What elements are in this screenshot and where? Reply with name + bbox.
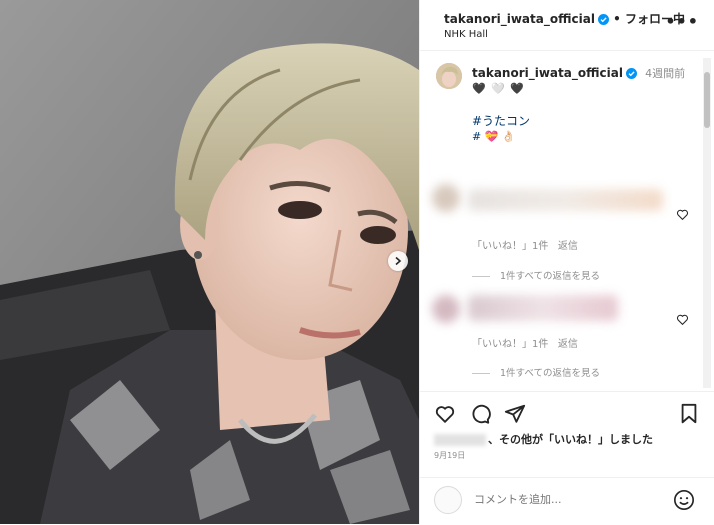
header-username[interactable]: takanori_iwata_official — [444, 12, 595, 26]
more-options-icon[interactable]: ••• — [665, 12, 699, 31]
view-replies-label: 1件すべての返信を見る — [500, 368, 600, 379]
heart-icon[interactable] — [434, 403, 456, 425]
comment-icon[interactable] — [469, 403, 491, 425]
post-photo — [0, 0, 419, 524]
location-link[interactable]: NHK Hall — [444, 29, 488, 40]
scrollbar-thumb[interactable] — [704, 72, 710, 128]
smile-icon[interactable] — [673, 489, 695, 511]
comment-text-blurred — [468, 295, 618, 321]
reply-button[interactable]: 返信 — [558, 241, 578, 252]
action-bar: 、その他が「いいね！」しました 9月19日 — [420, 391, 714, 478]
post-date: 9月19日 — [434, 451, 466, 460]
likes-text: 、その他が「いいね！」しました — [488, 433, 653, 446]
post-header: takanori_iwata_official • フォロー中 NHK Hall… — [420, 0, 714, 51]
chevron-right-icon — [395, 256, 402, 266]
header-separator: • — [613, 12, 621, 26]
view-replies-label: 1件すべての返信を見る — [500, 271, 600, 282]
send-icon[interactable] — [504, 403, 526, 425]
comment-meta: 「いいね！」1件 返信 — [472, 335, 578, 350]
hashtag-link[interactable]: #うたコン — [472, 112, 530, 129]
current-user-avatar — [434, 486, 462, 514]
bookmark-icon[interactable] — [679, 403, 699, 425]
caption-avatar[interactable] — [436, 63, 462, 89]
heart-icon[interactable] — [676, 208, 689, 221]
reply-button[interactable]: 返信 — [558, 339, 578, 350]
post-detail-panel: takanori_iwata_official • フォロー中 NHK Hall… — [419, 0, 714, 524]
caption-hearts: 🖤 🤍 🖤 — [472, 82, 526, 95]
comments-scrollbar[interactable] — [703, 58, 711, 388]
comment-avatar[interactable] — [432, 295, 460, 323]
add-comment-input[interactable] — [472, 492, 626, 507]
add-comment-bar — [420, 477, 714, 525]
view-replies-button[interactable]: 1件すべての返信を見る — [472, 268, 600, 282]
heart-icon[interactable] — [676, 313, 689, 326]
view-replies-button[interactable]: 1件すべての返信を見る — [472, 365, 600, 379]
likes-summary[interactable]: 、その他が「いいね！」しました — [434, 431, 653, 447]
caption-username[interactable]: takanori_iwata_official — [472, 66, 623, 80]
caption-user-line: takanori_iwata_official 4週間前 — [472, 65, 685, 82]
next-photo-button[interactable] — [388, 251, 408, 271]
comments-scroll-area[interactable]: takanori_iwata_official 4週間前 🖤 🤍 🖤 #うたコン… — [420, 51, 714, 391]
comment-like-count[interactable]: 「いいね！」1件 — [472, 241, 548, 252]
verified-badge-icon — [597, 14, 609, 28]
header-user-line: takanori_iwata_official • フォロー中 — [444, 10, 685, 28]
liker-name-blurred — [434, 434, 486, 446]
portrait-image — [0, 0, 419, 524]
comment-meta: 「いいね！」1件 返信 — [472, 237, 578, 252]
comment-text-blurred — [468, 189, 663, 211]
comment-like-count[interactable]: 「いいね！」1件 — [472, 339, 548, 350]
caption-emoji-tags[interactable]: # 💝 👌🏻 — [472, 130, 516, 143]
verified-badge-icon — [625, 68, 637, 82]
caption-time[interactable]: 4週間前 — [645, 67, 685, 80]
comment-avatar[interactable] — [432, 184, 460, 212]
